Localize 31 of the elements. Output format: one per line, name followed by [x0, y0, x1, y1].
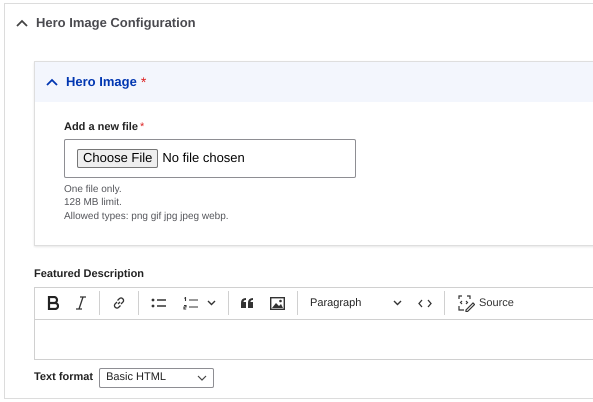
- hint-text: Allowed types: png gif jpg jpeg webp.: [64, 210, 230, 223]
- hero-image-title: Hero Image: [66, 73, 137, 92]
- section-header[interactable]: Hero Image Configuration: [5, 4, 593, 42]
- caret-icon: [197, 374, 208, 380]
- choose-file-button[interactable]: Choose File: [77, 148, 158, 168]
- numbered-list-icon: [183, 296, 199, 310]
- heading-dropdown[interactable]: Paragraph: [302, 289, 410, 317]
- chevron-icon: [46, 78, 58, 86]
- caret-icon: [207, 300, 216, 306]
- source-icon: [457, 294, 475, 312]
- file-input-field[interactable]: Choose File No file chosen: [64, 138, 356, 178]
- field-label: Add a new file: [64, 120, 138, 135]
- link-icon: [112, 296, 126, 310]
- text-format-select[interactable]: Basic HTML: [99, 368, 214, 388]
- caret-icon: [393, 300, 402, 306]
- hint-text: One file only.: [64, 182, 123, 196]
- field-label: Featured Description: [34, 267, 146, 282]
- hero-image-header[interactable]: Hero Image *: [35, 62, 593, 102]
- source-button[interactable]: Source: [449, 289, 522, 317]
- italic-icon: [75, 296, 87, 310]
- bulleted-list-icon: [151, 297, 167, 309]
- bold-icon: [47, 296, 59, 310]
- required-mark: *: [140, 120, 144, 135]
- code-icon: [418, 298, 432, 308]
- image-icon: [270, 296, 285, 310]
- quote-icon: [241, 298, 254, 308]
- field-label: Text format: [34, 370, 94, 386]
- required-mark: *: [140, 72, 146, 92]
- hint-text: 128 MB limit.: [64, 196, 123, 210]
- file-status: No file chosen: [162, 149, 245, 168]
- chevron-icon: [16, 19, 28, 27]
